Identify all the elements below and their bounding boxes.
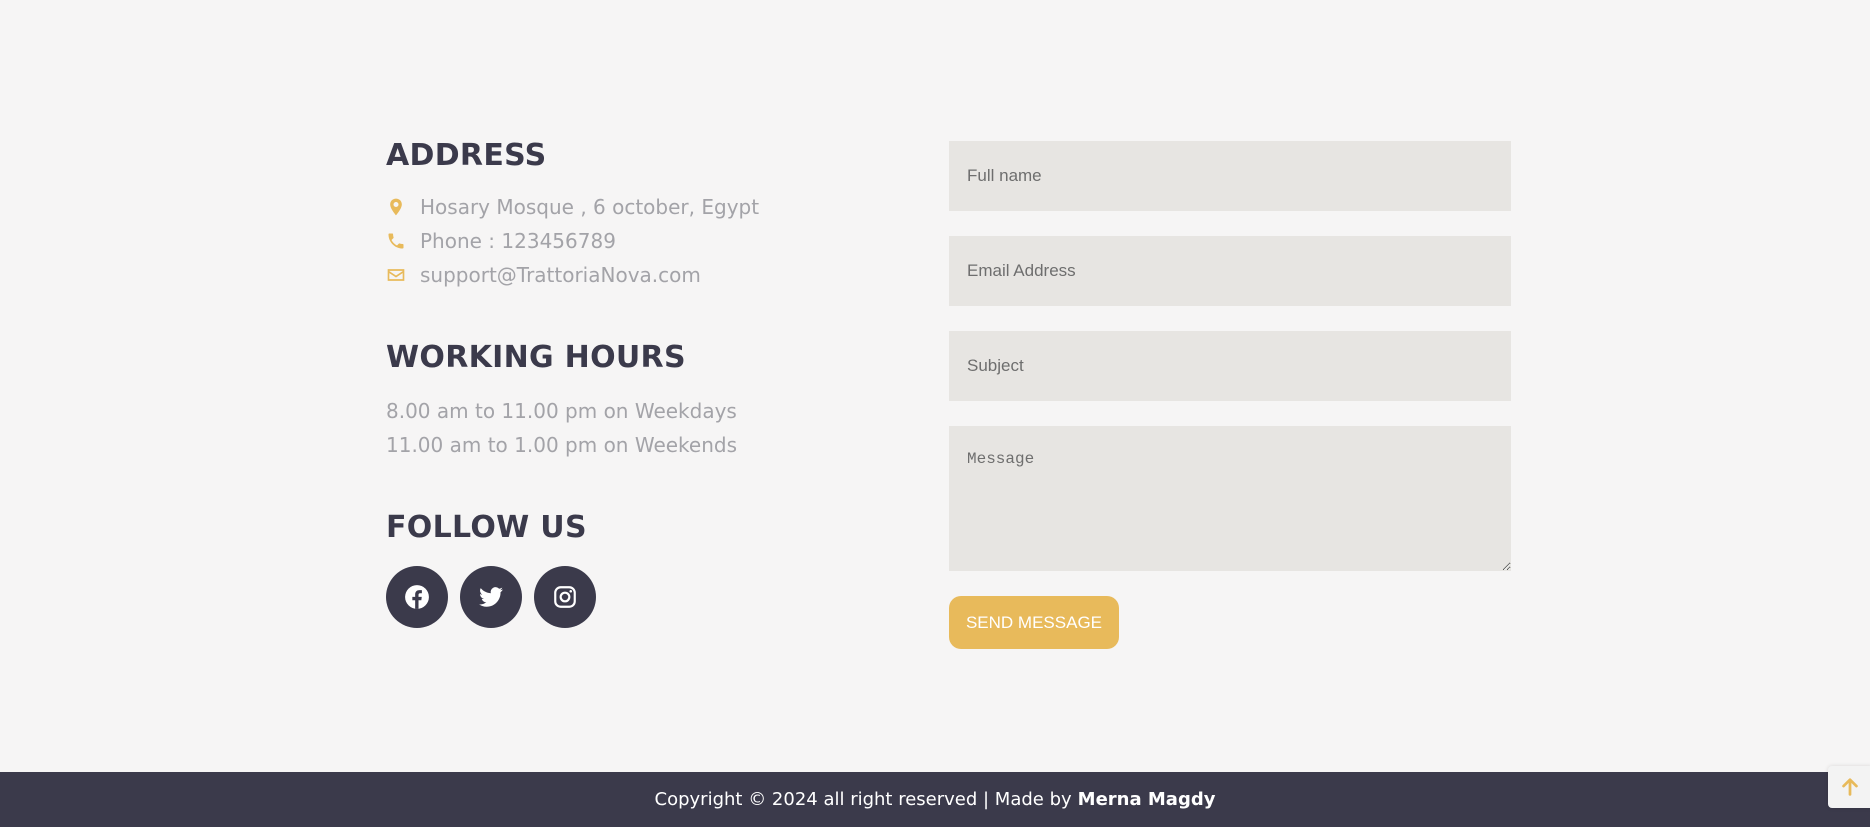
address-line: Hosary Mosque , 6 october, Egypt [386, 190, 906, 224]
email-line: support@TrattoriaNova.com [386, 258, 906, 292]
twitter-icon [479, 587, 503, 607]
social-links [386, 566, 906, 628]
phone-line: Phone : 123456789 [386, 224, 906, 258]
phone-text: Phone : 123456789 [420, 229, 616, 253]
weekend-hours: 11.00 am to 1.00 pm on Weekends [386, 433, 738, 457]
contact-info: ADDRESS Hosary Mosque , 6 october, Egypt… [386, 136, 906, 628]
working-hours-heading: WORKING HOURS [386, 340, 686, 375]
subject-input[interactable] [949, 331, 1511, 401]
phone-icon [386, 231, 406, 251]
follow-us-heading: FOLLOW US [386, 510, 587, 545]
contact-page: ADDRESS Hosary Mosque , 6 october, Egypt… [0, 0, 1870, 827]
map-pin-icon [386, 197, 406, 217]
arrow-up-icon [1842, 778, 1858, 796]
message-textarea[interactable] [949, 426, 1511, 571]
address-heading: ADDRESS [386, 138, 547, 173]
footer: Copyright © 2024 all right reserved | Ma… [0, 772, 1870, 827]
author-name[interactable]: Merna Magdy [1078, 789, 1216, 810]
contact-form: SEND MESSAGE [949, 141, 1511, 649]
envelope-icon [386, 265, 406, 285]
email-address-input[interactable] [949, 236, 1511, 306]
facebook-button[interactable] [386, 566, 448, 628]
copyright-text: Copyright © 2024 all right reserved | Ma… [654, 789, 1072, 810]
instagram-icon [554, 586, 576, 608]
twitter-button[interactable] [460, 566, 522, 628]
address-text: Hosary Mosque , 6 october, Egypt [420, 195, 760, 219]
back-to-top-button[interactable] [1828, 766, 1870, 808]
send-message-button[interactable]: SEND MESSAGE [949, 596, 1119, 649]
full-name-input[interactable] [949, 141, 1511, 211]
instagram-button[interactable] [534, 566, 596, 628]
email-text[interactable]: support@TrattoriaNova.com [420, 263, 701, 287]
weekday-hours: 8.00 am to 11.00 pm on Weekdays [386, 399, 737, 423]
facebook-icon [405, 585, 429, 609]
